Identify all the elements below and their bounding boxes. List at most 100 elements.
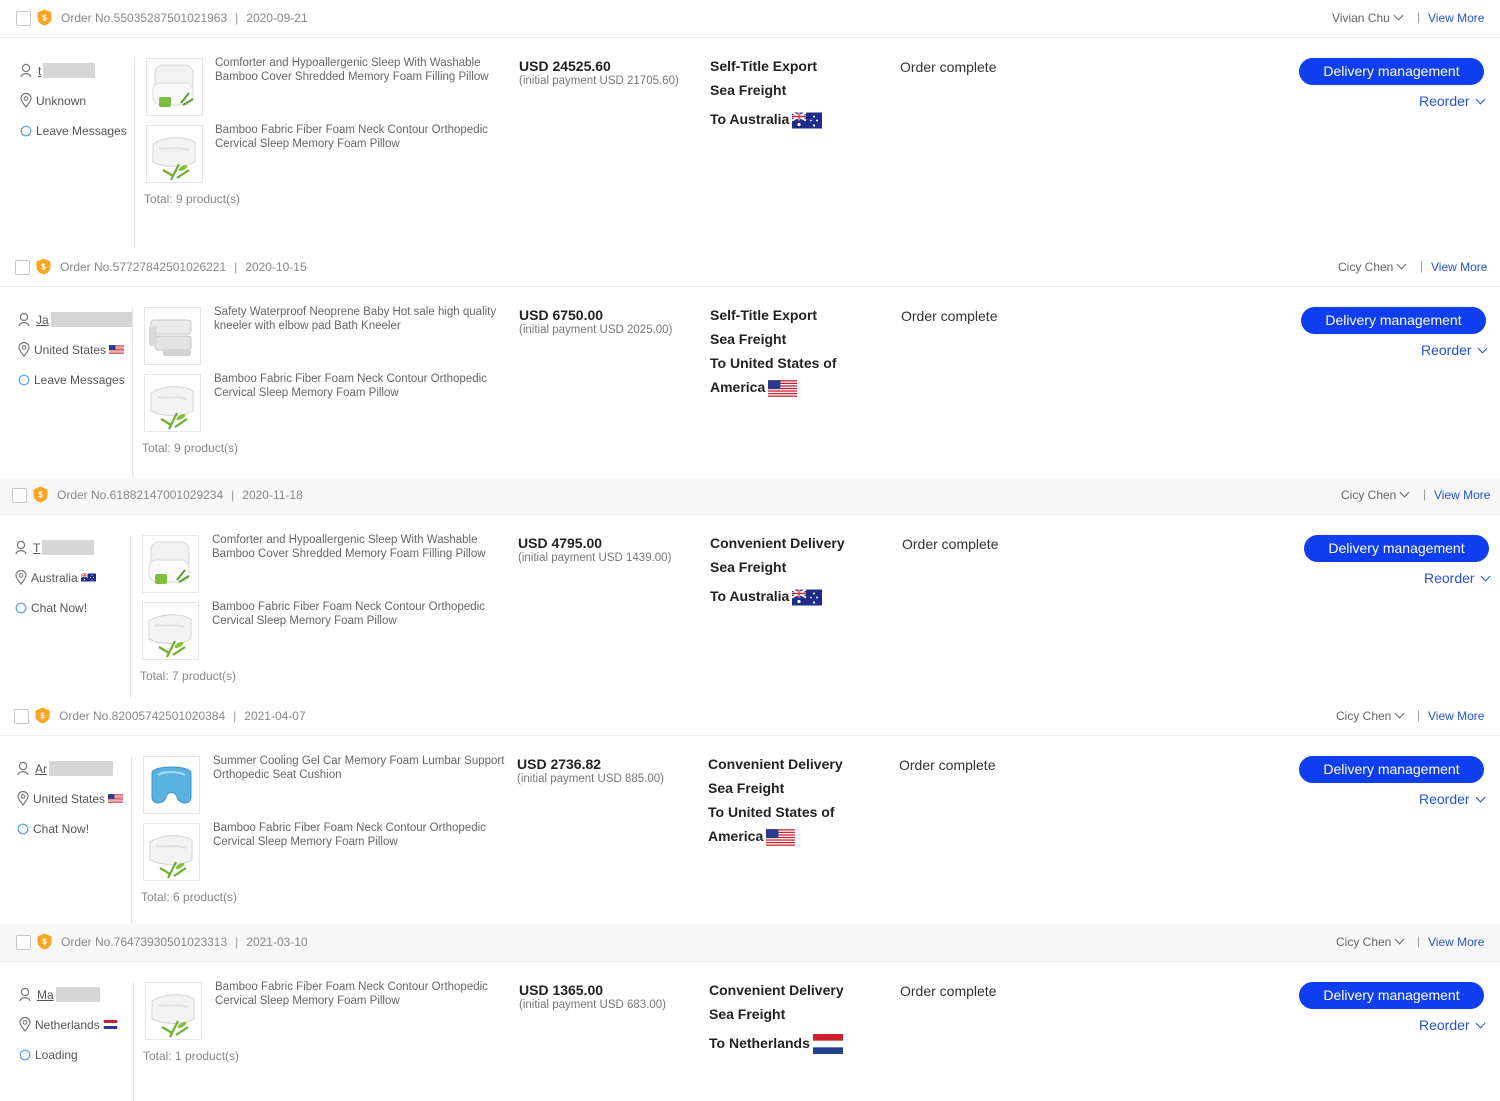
product-thumbnail[interactable]: [142, 602, 199, 660]
product-title[interactable]: Bamboo Fabric Fiber Foam Neck Contour Or…: [215, 981, 507, 1008]
pillow-white-icon: [143, 536, 198, 592]
order-select-checkbox[interactable]: [15, 260, 30, 275]
product-thumbnail[interactable]: [146, 125, 203, 183]
shipping-method: Self-Title Export: [710, 307, 818, 323]
reorder-dropdown[interactable]: Reorder: [1419, 791, 1486, 807]
shipping-method: Sea Freight: [710, 559, 787, 575]
order-number: Order No.764739305010233​13: [61, 935, 228, 949]
delivery-management-button[interactable]: Delivery management: [1301, 307, 1486, 334]
user-icon: [19, 987, 31, 1002]
location-pin-icon: [20, 93, 32, 108]
owner-dropdown[interactable]: Cicy Chen: [1336, 934, 1405, 949]
view-more-link[interactable]: View More: [1428, 935, 1484, 949]
order-number-line: Order No.764739305010233​13 | 2021-03-10: [61, 935, 308, 949]
product-title[interactable]: Safety Waterproof Neoprene Baby Hot sale…: [214, 306, 506, 333]
contact-link[interactable]: Leave Messages: [18, 373, 125, 387]
contact-link[interactable]: Leave Messages: [20, 124, 127, 138]
separator: |: [234, 260, 238, 274]
order-date: 2021-03-10: [246, 935, 308, 949]
order-badge-icon: $: [37, 933, 52, 950]
order-select-checkbox[interactable]: [14, 709, 29, 724]
owner-dropdown[interactable]: Cicy Chen: [1336, 708, 1405, 723]
reorder-dropdown[interactable]: Reorder: [1424, 570, 1491, 586]
product-title[interactable]: Summer Cooling Gel Car Memory Foam Lumba…: [213, 755, 505, 782]
product-thumbnail[interactable]: [146, 58, 203, 116]
reorder-dropdown[interactable]: Reorder: [1419, 93, 1486, 109]
shipping-destination: To Australia: [710, 107, 860, 131]
shipping-method: Sea Freight: [709, 1006, 786, 1022]
shipping-destination: To Australia: [710, 584, 860, 608]
product-thumbnail[interactable]: [144, 374, 201, 432]
chevron-down-icon: [1477, 343, 1488, 354]
view-more-link[interactable]: View More: [1428, 11, 1484, 25]
owner-dropdown[interactable]: Vivian Chu: [1332, 10, 1404, 25]
flag-usa-icon: [108, 794, 124, 803]
order-badge-icon: $: [33, 486, 48, 503]
contact-label: Loading: [35, 1048, 78, 1062]
pillow-bamboo-icon: [143, 603, 198, 659]
buyer-name[interactable]: Ar: [35, 762, 47, 776]
owner-dropdown[interactable]: Cicy Chen: [1338, 259, 1407, 274]
reorder-dropdown[interactable]: Reorder: [1419, 1017, 1486, 1033]
column-divider: [132, 307, 133, 497]
redacted-name: [43, 63, 96, 78]
contact-link[interactable]: Loading: [19, 1048, 78, 1062]
buyer-name[interactable]: Ja: [36, 313, 49, 327]
product-thumbnail[interactable]: [142, 535, 199, 593]
svg-text:$: $: [42, 14, 47, 23]
location-pin-icon: [18, 342, 30, 357]
order-card: $ Order No.820057425010203​84 | 2021-04-07 C…: [0, 698, 1500, 946]
buyer-name[interactable]: Ma: [37, 988, 54, 1002]
product-title[interactable]: Bamboo Fabric Fiber Foam Neck Contour Or…: [214, 373, 506, 400]
view-more-link[interactable]: View More: [1434, 488, 1490, 502]
separator: |: [1417, 934, 1421, 948]
product-title[interactable]: Comforter and Hypoallergenic Sleep With …: [212, 534, 504, 561]
owner-dropdown[interactable]: Cicy Chen: [1341, 487, 1410, 502]
order-select-checkbox[interactable]: [16, 11, 31, 26]
destination-text: To Netherlands: [709, 1035, 810, 1051]
redacted-name: [55, 987, 100, 1002]
reorder-dropdown[interactable]: Reorder: [1421, 342, 1488, 358]
buyer-name[interactable]: t: [38, 64, 41, 78]
reorder-label: Reorder: [1419, 93, 1470, 109]
contact-label: Leave Messages: [34, 373, 125, 387]
order-select-checkbox[interactable]: [12, 488, 27, 503]
view-more-link[interactable]: View More: [1431, 260, 1487, 274]
shipping-destination: To Netherlands: [709, 1031, 859, 1055]
delivery-management-button[interactable]: Delivery management: [1299, 982, 1484, 1009]
chat-icon: [15, 602, 27, 614]
delivery-management-button[interactable]: Delivery management: [1299, 58, 1484, 85]
location-pin-icon: [15, 570, 27, 585]
buyer-name-line: Ma: [19, 987, 100, 1002]
delivery-management-button[interactable]: Delivery management: [1299, 756, 1484, 783]
order-date: 2020-10-15: [245, 260, 307, 274]
product-thumbnail[interactable]: [143, 823, 200, 881]
contact-link[interactable]: Chat Now!: [15, 601, 87, 615]
chevron-down-icon: [1475, 792, 1486, 803]
product-thumbnail[interactable]: [143, 756, 200, 814]
contact-label: Chat Now!: [33, 822, 90, 836]
buyer-location: United States: [17, 791, 127, 806]
view-more-link[interactable]: View More: [1428, 709, 1484, 723]
product-title[interactable]: Bamboo Fabric Fiber Foam Neck Contour Or…: [213, 822, 505, 849]
product-title[interactable]: Bamboo Fabric Fiber Foam Neck Contour Or…: [215, 124, 507, 151]
buyer-name[interactable]: T: [33, 541, 40, 555]
buyer-location: Australia: [15, 570, 100, 585]
buyer-location: Unknown: [20, 93, 86, 108]
product-title[interactable]: Comforter and Hypoallergenic Sleep With …: [215, 57, 507, 84]
delivery-management-button[interactable]: Delivery management: [1304, 535, 1489, 562]
kneeler-icon: [145, 308, 200, 364]
chevron-down-icon: [1396, 259, 1407, 270]
owner-name: Cicy Chen: [1336, 709, 1392, 723]
initial-payment: (initial payment USD 1439.00): [518, 552, 672, 564]
pillow-bamboo-icon: [146, 983, 201, 1039]
product-thumbnail[interactable]: [144, 307, 201, 365]
order-card: $ Order No.550352875010219​63 | 2020-09-21 V…: [0, 0, 1500, 248]
order-select-checkbox[interactable]: [16, 935, 31, 950]
contact-link[interactable]: Chat Now!: [17, 822, 89, 836]
product-thumbnail[interactable]: [145, 982, 202, 1040]
product-title[interactable]: Bamboo Fabric Fiber Foam Neck Contour Or…: [212, 601, 504, 628]
shipping-method: Sea Freight: [710, 82, 787, 98]
shipping-info: Convenient Delivery Sea Freight To United …: [708, 752, 858, 848]
initial-payment: (initial payment USD 683.00): [519, 999, 667, 1011]
